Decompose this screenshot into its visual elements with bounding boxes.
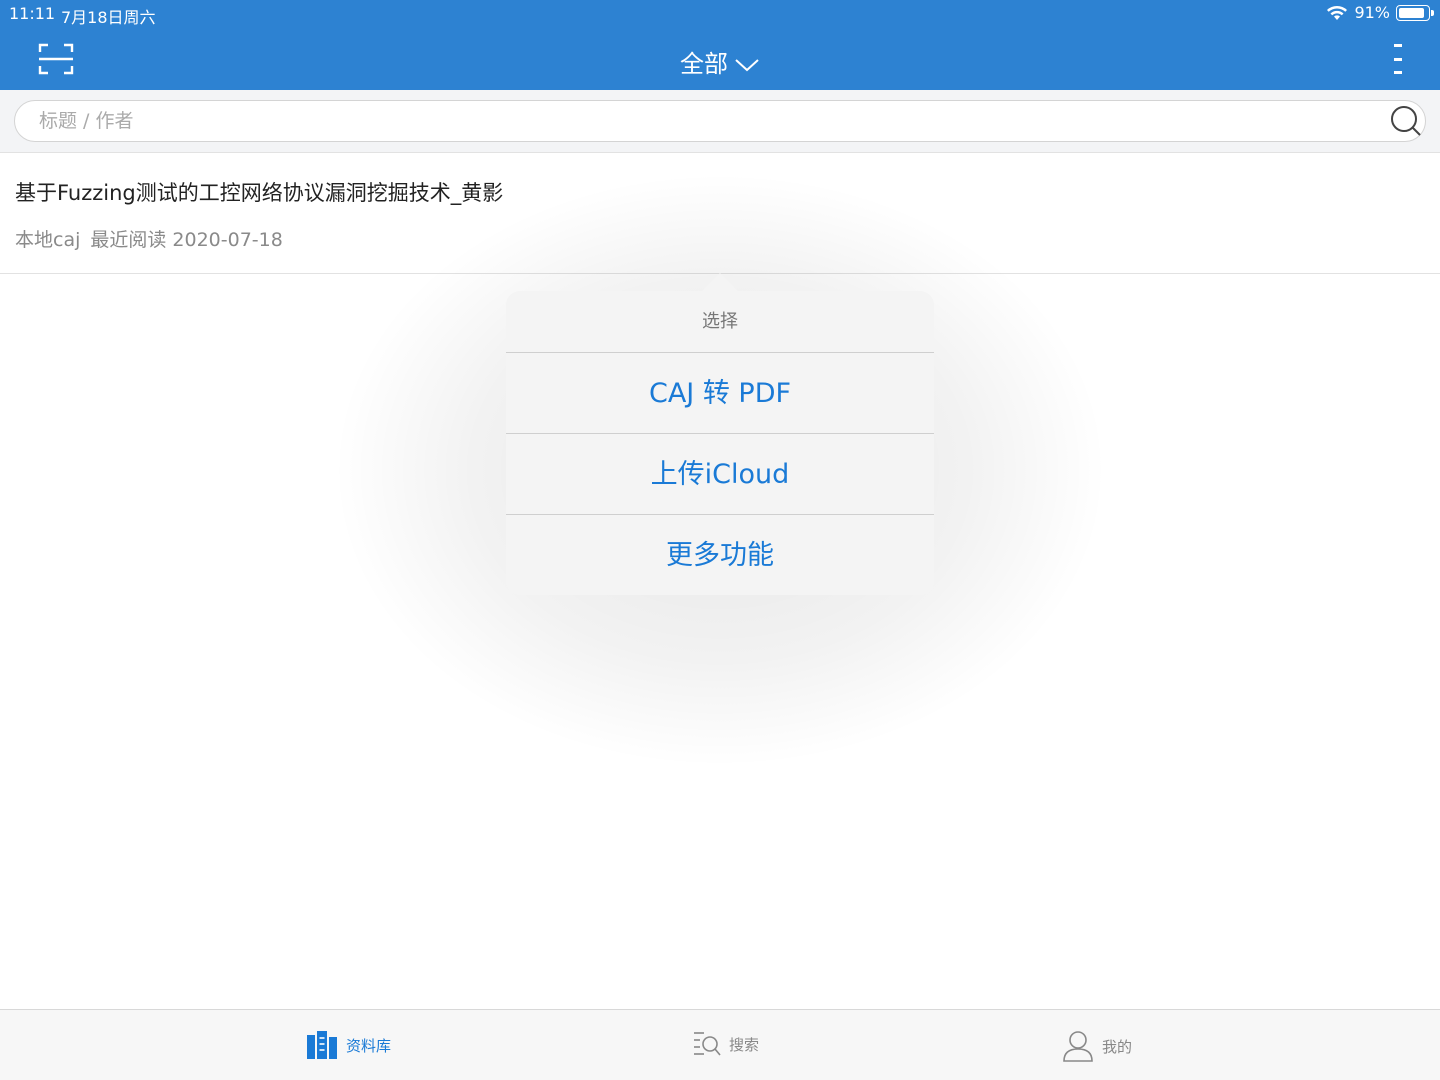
- user-icon: [1063, 1031, 1093, 1062]
- status-time: 11:11: [9, 4, 56, 23]
- top-navigation-bar: 11:11 7月18日周六 91% 全部: [0, 0, 1440, 90]
- search-bar-container: [0, 90, 1440, 153]
- caj-to-pdf-button[interactable]: CAJ 转 PDF: [506, 353, 934, 434]
- bottom-tab-bar: 资料库 搜索 我的: [0, 1009, 1440, 1080]
- chevron-down-icon: [735, 59, 759, 72]
- battery-icon: [1396, 4, 1434, 21]
- tab-search[interactable]: 搜索: [693, 1030, 759, 1058]
- search-box: [14, 100, 1426, 142]
- status-bar: 11:11 7月18日周六 91%: [0, 0, 1440, 28]
- status-date: 7月18日周六: [61, 8, 156, 27]
- document-title: 基于Fuzzing测试的工控网络协议漏洞挖掘技术_黄影: [15, 181, 504, 205]
- document-meta: 本地caj 最近阅读 2020-07-18: [15, 225, 283, 252]
- more-vertical-icon[interactable]: [1386, 42, 1410, 76]
- wifi-icon: [1327, 5, 1348, 20]
- search-input[interactable]: [39, 101, 1369, 141]
- nav-title: 全部: [680, 50, 728, 78]
- popover-arrow: [702, 273, 738, 291]
- library-icon: [307, 1031, 337, 1059]
- document-list-item[interactable]: 基于Fuzzing测试的工控网络协议漏洞挖掘技术_黄影 本地caj 最近阅读 20…: [0, 153, 1440, 274]
- tab-search-label: 搜索: [729, 1035, 760, 1054]
- action-popover: 选择 CAJ 转 PDF 上传iCloud 更多功能: [506, 291, 934, 595]
- tab-library[interactable]: 资料库: [306, 1030, 391, 1060]
- battery-percent: 91%: [1354, 3, 1390, 22]
- more-functions-button[interactable]: 更多功能: [506, 515, 934, 596]
- category-dropdown[interactable]: 全部: [0, 44, 1440, 79]
- tab-library-label: 资料库: [346, 1036, 392, 1055]
- popover-title: 选择: [506, 291, 934, 353]
- battery-level-fill: [1399, 7, 1425, 18]
- tab-mine[interactable]: 我的: [1062, 1030, 1132, 1062]
- tab-mine-label: 我的: [1102, 1037, 1133, 1056]
- search-icon[interactable]: [1389, 104, 1423, 138]
- document-source: 本地caj: [15, 229, 81, 251]
- search-list-icon: [694, 1032, 721, 1056]
- upload-icloud-button[interactable]: 上传iCloud: [506, 434, 934, 515]
- document-last-read: 最近阅读 2020-07-18: [90, 229, 283, 251]
- status-indicators: 91%: [1326, 3, 1434, 22]
